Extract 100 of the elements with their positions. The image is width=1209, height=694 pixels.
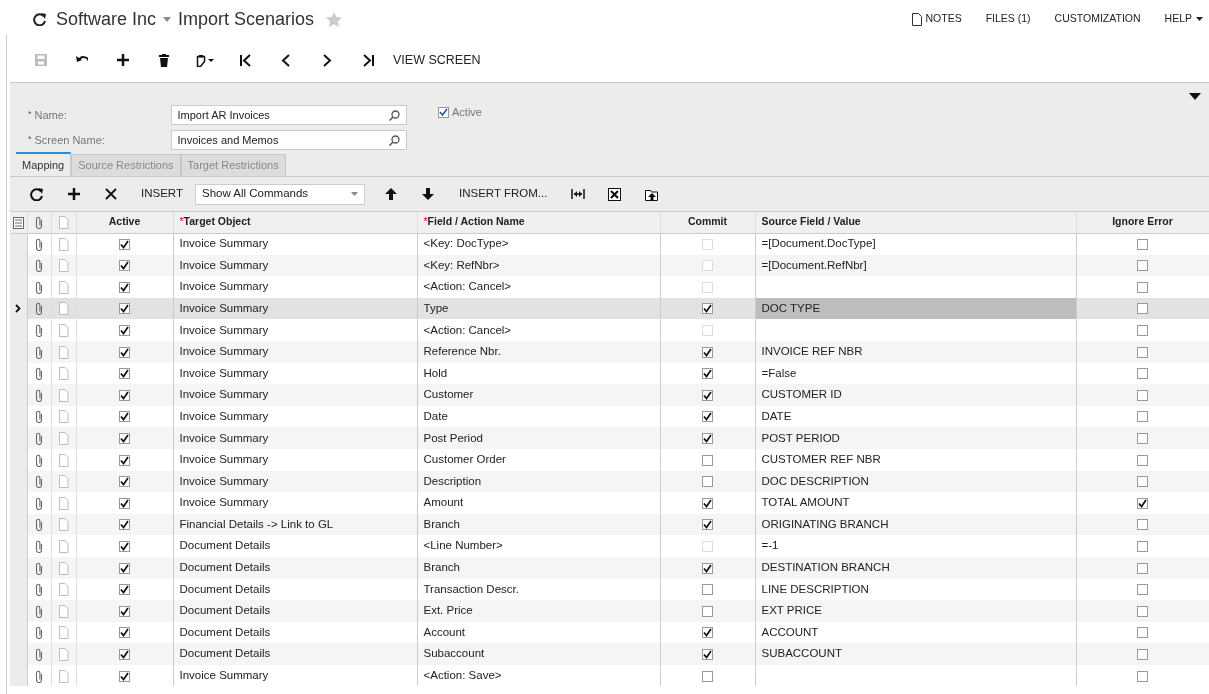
checkbox[interactable] [1137, 476, 1148, 488]
checkbox[interactable] [1137, 540, 1148, 552]
checkbox[interactable] [1137, 519, 1148, 531]
star-icon[interactable] [326, 11, 343, 27]
checkbox[interactable] [702, 605, 713, 617]
checkbox[interactable] [119, 238, 130, 250]
header-link[interactable]: NOTES [911, 11, 962, 27]
paperclip-icon[interactable] [35, 518, 43, 532]
checkbox[interactable] [119, 433, 130, 444]
table-row[interactable]: Invoice Summary <Key: RefNbr> =[Document.RefNbr] [10, 254, 1209, 277]
checkbox[interactable] [119, 303, 130, 315]
checkbox[interactable] [119, 540, 130, 552]
table-row[interactable]: Invoice Summary Date DATE [10, 405, 1209, 428]
paperclip-icon[interactable] [35, 496, 43, 510]
checkbox[interactable] [119, 281, 130, 293]
checkbox[interactable] [702, 648, 713, 660]
checkbox[interactable] [119, 605, 130, 617]
table-row[interactable]: Invoice Summary <Action: Cancel> [10, 319, 1209, 341]
caret-icon[interactable] [163, 16, 172, 22]
header-link[interactable]: CUSTOMIZATION [1054, 11, 1141, 27]
checkbox[interactable] [1137, 562, 1148, 574]
checkbox[interactable] [702, 303, 713, 315]
header-link[interactable]: FILES (1) [985, 11, 1031, 27]
lookup-field[interactable]: Invoices and Memos [170, 130, 407, 150]
checkbox[interactable] [702, 433, 713, 444]
checkbox[interactable] [1137, 454, 1148, 466]
checkbox[interactable] [1137, 670, 1148, 682]
checkbox[interactable] [702, 562, 713, 574]
active-checkbox[interactable] [438, 106, 449, 118]
checkbox[interactable] [1137, 497, 1148, 509]
checkbox[interactable] [119, 454, 130, 466]
tab[interactable]: Mapping [16, 152, 72, 176]
checkbox[interactable] [702, 454, 713, 466]
table-row[interactable]: Document Details <Line Number> =-1 [10, 535, 1209, 557]
checkbox[interactable] [702, 519, 713, 531]
checkbox[interactable] [702, 584, 713, 596]
view-screen-button[interactable]: VIEW SCREEN [393, 50, 481, 70]
table-row[interactable]: Invoice Summary <Action: Save> [10, 664, 1209, 687]
checkbox[interactable] [119, 368, 130, 380]
checkbox[interactable] [702, 368, 713, 380]
column-settings-icon[interactable] [12, 216, 24, 229]
table-row[interactable]: Invoice Summary Amount TOTAL AMOUNT [10, 492, 1209, 514]
table-row[interactable]: Invoice Summary Customer Order CUSTOMER REF NBR [10, 448, 1209, 471]
paperclip-icon[interactable] [35, 237, 43, 251]
paperclip-icon[interactable] [35, 345, 43, 359]
checkbox[interactable] [702, 411, 713, 423]
collapse-icon[interactable] [1189, 93, 1201, 100]
checkbox[interactable] [1137, 303, 1148, 315]
checkbox[interactable] [1137, 433, 1148, 444]
paperclip-icon[interactable] [35, 583, 43, 597]
paperclip-icon[interactable] [35, 539, 43, 553]
checkbox[interactable] [1137, 281, 1148, 293]
checkbox[interactable] [119, 497, 130, 509]
breadcrumb-link[interactable]: Software Inc [56, 5, 157, 33]
paperclip-icon[interactable] [35, 432, 43, 445]
table-row[interactable]: Financial Details -> Link to GL Branch ORIGINATING BRANCH [10, 513, 1209, 536]
checkbox[interactable] [1137, 368, 1148, 380]
table-row[interactable]: Invoice Summary Type DOC TYPE [10, 297, 1209, 320]
checkbox[interactable] [119, 346, 130, 358]
checkbox[interactable] [119, 476, 130, 488]
checkbox[interactable] [1137, 627, 1148, 639]
paperclip-icon[interactable] [35, 324, 43, 337]
checkbox[interactable] [702, 346, 713, 358]
paperclip-icon[interactable] [35, 453, 43, 467]
checkbox[interactable] [1137, 411, 1148, 423]
checkbox[interactable] [119, 627, 130, 639]
table-row[interactable]: Invoice Summary Customer CUSTOMER ID [10, 384, 1209, 406]
paperclip-icon[interactable] [35, 388, 43, 402]
paperclip-icon[interactable] [35, 647, 43, 661]
table-row[interactable]: Document Details Subaccount SUBACCOUNT [10, 643, 1209, 665]
paperclip-icon[interactable] [35, 410, 43, 424]
table-row[interactable]: Invoice Summary <Action: Cancel> [10, 276, 1209, 298]
header-link[interactable]: HELP [1164, 11, 1203, 27]
lookup-field[interactable]: Import AR Invoices [170, 105, 407, 125]
checkbox[interactable] [119, 325, 130, 336]
checkbox[interactable] [119, 584, 130, 596]
checkbox[interactable] [119, 411, 130, 423]
checkbox[interactable] [1137, 389, 1148, 401]
checkbox[interactable] [1137, 346, 1148, 358]
checkbox[interactable] [702, 389, 713, 401]
refresh-icon[interactable] [32, 12, 48, 26]
checkbox[interactable] [1137, 605, 1148, 617]
paperclip-icon[interactable] [35, 475, 43, 489]
paperclip-icon[interactable] [35, 604, 43, 618]
table-row[interactable]: Document Details Ext. Price EXT PRICE [10, 600, 1209, 622]
checkbox[interactable] [119, 648, 130, 660]
table-row[interactable]: Invoice Summary Description DOC DESCRIPTION [10, 470, 1209, 493]
paperclip-icon[interactable] [35, 259, 43, 273]
checkbox[interactable] [702, 627, 713, 639]
checkbox[interactable] [1137, 325, 1148, 336]
paperclip-icon[interactable] [35, 561, 43, 575]
checkbox[interactable] [702, 497, 713, 509]
toolbar-button[interactable]: INSERT [135, 185, 189, 203]
table-row[interactable]: Document Details Account ACCOUNT [10, 621, 1209, 644]
table-row[interactable]: Invoice Summary Hold =False [10, 362, 1209, 385]
checkbox[interactable] [119, 519, 130, 531]
paperclip-icon[interactable] [35, 302, 43, 316]
checkbox[interactable] [119, 389, 130, 401]
checkbox[interactable] [702, 476, 713, 488]
paperclip-icon[interactable] [35, 367, 43, 381]
